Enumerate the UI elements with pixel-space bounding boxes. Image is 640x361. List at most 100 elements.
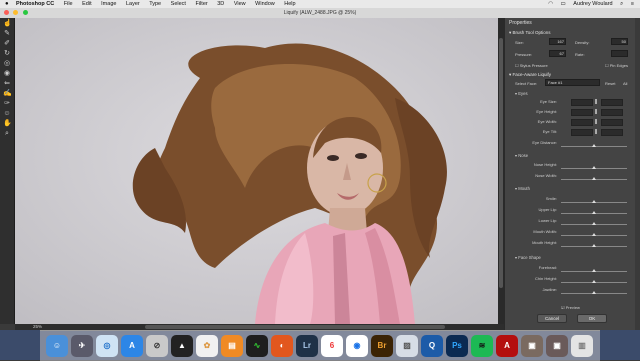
density-value[interactable]: 50 [611, 38, 628, 45]
face-aware-header[interactable]: ▾ Face-Aware Liquify [509, 72, 551, 78]
eye-size-left-input[interactable] [571, 99, 593, 106]
select-face-dropdown[interactable]: Face #1 [545, 79, 600, 86]
window-titlebar: Liquify (ALW_2488.JPG @ 25%) [0, 8, 640, 18]
zoom-tool-icon[interactable]: ⌕ [3, 130, 11, 138]
pressure-label: Pressure: [515, 52, 533, 57]
photo-thumb-icon[interactable]: ▣ [546, 335, 568, 357]
apple-icon[interactable]: ● [5, 0, 9, 8]
all-button[interactable]: All [623, 81, 627, 86]
smile-knob[interactable] [592, 200, 596, 203]
push-left-icon[interactable]: ⇐ [3, 80, 11, 88]
quicktime-icon[interactable]: Q [421, 335, 443, 357]
menu-list-icon[interactable]: ≡ [631, 1, 634, 7]
nose-height-knob[interactable] [592, 166, 596, 169]
reset-button[interactable]: Reset [605, 81, 615, 86]
face-tool-icon[interactable]: ☺ [3, 110, 11, 118]
eye-size-right-input[interactable] [601, 99, 623, 106]
eye-height-left-input[interactable] [571, 109, 593, 116]
link-icon[interactable] [595, 99, 597, 104]
menu-layer[interactable]: Layer [126, 1, 140, 7]
activity-monitor-icon[interactable]: ∿ [246, 335, 268, 357]
menu-edit[interactable]: Edit [82, 1, 91, 7]
nose-width-knob[interactable] [592, 177, 596, 180]
pin-edges-checkbox[interactable]: ☐ Pin Edges [605, 63, 628, 68]
link-icon[interactable] [595, 129, 597, 134]
upper-lip-knob[interactable] [592, 211, 596, 214]
mouth-width-knob[interactable] [592, 233, 596, 236]
menu-image[interactable]: Image [101, 1, 116, 7]
photo-thumb-icon[interactable]: ▣ [521, 335, 543, 357]
trash-icon[interactable]: ▥ [571, 335, 593, 357]
brush-tool-options-header[interactable]: ▾ Brush Tool Options [509, 30, 550, 36]
finder-icon[interactable]: ☺ [46, 335, 68, 357]
twirl-icon[interactable]: ↻ [3, 50, 11, 58]
photos-icon[interactable]: ✿ [196, 335, 218, 357]
app-store-icon[interactable]: A [121, 335, 143, 357]
menu-view[interactable]: View [234, 1, 246, 7]
pressure-value[interactable]: 67 [549, 50, 566, 57]
smooth-icon[interactable]: ✐ [3, 40, 11, 48]
eye-width-right-input[interactable] [601, 119, 623, 126]
bloat-icon[interactable]: ◉ [3, 70, 11, 78]
menu-type[interactable]: Type [149, 1, 161, 7]
stocks-icon[interactable]: ▲ [171, 335, 193, 357]
image-canvas[interactable] [15, 18, 498, 324]
pucker-icon[interactable]: ◎ [3, 60, 11, 68]
eye-tilt-right-input[interactable] [601, 129, 623, 136]
jawline-label: Jawline: [542, 287, 557, 292]
rate-value[interactable] [611, 50, 628, 57]
preview-checkbox[interactable]: ☑ Preview [561, 305, 580, 310]
eye-tilt-left-input[interactable] [571, 129, 593, 136]
horizontal-scroll-thumb[interactable] [145, 325, 445, 329]
launchpad-icon[interactable]: ✈ [71, 335, 93, 357]
menu-filter[interactable]: Filter [195, 1, 207, 7]
calendar-icon[interactable]: 6 [321, 335, 343, 357]
vertical-scroll-thumb[interactable] [499, 38, 503, 288]
stylus-pressure-checkbox[interactable]: ☐ Stylus Pressure [515, 63, 548, 68]
bridge-icon[interactable]: Br [371, 335, 393, 357]
link-icon[interactable] [595, 109, 597, 114]
eyes-header[interactable]: ▾ Eyes [515, 91, 528, 96]
freeze-mask-icon[interactable]: ✍ [3, 90, 12, 98]
ibooks-icon[interactable]: ▤ [221, 335, 243, 357]
forward-warp-icon[interactable]: ☝ [3, 20, 12, 28]
thaw-mask-icon[interactable]: ✑ [3, 100, 11, 108]
menu-window[interactable]: Window [255, 1, 275, 7]
mouth-header[interactable]: ▾ Mouth [515, 186, 530, 191]
menu-select[interactable]: Select [171, 1, 186, 7]
firefox-icon[interactable]: ◐ [271, 335, 293, 357]
jawline-knob[interactable] [592, 291, 596, 294]
face-shape-header[interactable]: ▾ Face Shape [515, 255, 541, 260]
search-icon[interactable]: ⌕ [620, 1, 623, 7]
reconstruct-icon[interactable]: ✎ [3, 30, 11, 38]
size-value[interactable]: 167 [549, 38, 566, 45]
user-name[interactable]: Audrey Woulard [573, 1, 612, 7]
menu-file[interactable]: File [64, 1, 73, 7]
photoshop-icon[interactable]: Ps [446, 335, 468, 357]
eye-width-left-input[interactable] [571, 119, 593, 126]
menu-help[interactable]: Help [284, 1, 295, 7]
wifi-icon[interactable]: ◠ [548, 1, 553, 7]
nose-header[interactable]: ▾ Nose [515, 153, 528, 158]
forehead-knob[interactable] [592, 269, 596, 272]
preview-app-icon[interactable]: ▨ [396, 335, 418, 357]
eye-distance-knob[interactable] [592, 144, 596, 147]
cancel-button[interactable]: Cancel [537, 314, 567, 323]
safari-icon[interactable]: ◎ [96, 335, 118, 357]
eye-height-right-input[interactable] [601, 109, 623, 116]
lower-lip-knob[interactable] [592, 222, 596, 225]
hand-icon[interactable]: ✋ [3, 120, 12, 128]
chrome-icon[interactable]: ◉ [346, 335, 368, 357]
unknown-app-icon[interactable]: ⊘ [146, 335, 168, 357]
link-icon[interactable] [595, 119, 597, 124]
menu-photoshop[interactable]: Photoshop CC [16, 1, 54, 7]
mouth-height-knob[interactable] [592, 244, 596, 247]
battery-icon[interactable]: ▭ [561, 1, 566, 7]
acrobat-icon[interactable]: A [496, 335, 518, 357]
spotify-icon[interactable]: ≋ [471, 335, 493, 357]
lightroom-icon[interactable]: Lr [296, 335, 318, 357]
panel-title: Properties [509, 20, 532, 26]
ok-button[interactable]: OK [577, 314, 607, 323]
chin-height-knob[interactable] [592, 280, 596, 283]
menu-3d[interactable]: 3D [217, 1, 224, 7]
